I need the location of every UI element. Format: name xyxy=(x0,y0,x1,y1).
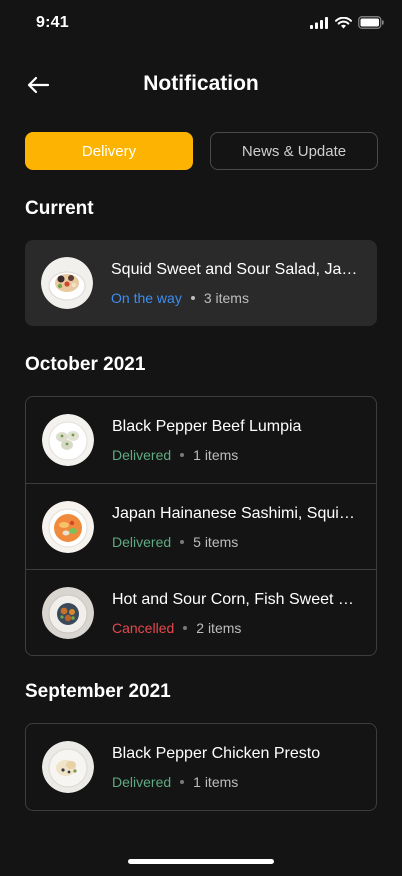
order-meta: Cancelled 2 items xyxy=(112,620,241,636)
section-heading-september: September 2021 xyxy=(25,681,171,702)
status-badge: Delivered xyxy=(112,447,172,463)
status-badge: Delivered xyxy=(112,534,172,550)
battery-icon xyxy=(358,16,384,29)
order-meta: Delivered 1 items xyxy=(112,774,238,790)
food-thumbnail xyxy=(42,501,94,553)
food-thumbnail xyxy=(42,414,94,466)
status-bar: 9:41 xyxy=(0,0,402,48)
order-item[interactable]: Hot and Sour Corn, Fish Sweet and Sour C… xyxy=(26,569,376,655)
order-item[interactable]: Squid Sweet and Sour Salad, Japanese Sty… xyxy=(25,240,377,326)
wifi-icon xyxy=(335,16,352,28)
tab-delivery[interactable]: Delivery xyxy=(25,132,193,170)
separator-dot xyxy=(183,626,188,630)
order-meta: On the way 3 items xyxy=(111,290,249,306)
order-item[interactable]: Black Pepper Beef Lumpia Delivered 1 ite… xyxy=(26,397,376,483)
order-title: Black Pepper Chicken Presto xyxy=(112,745,321,762)
home-indicator[interactable] xyxy=(128,859,274,864)
item-count: 1 items xyxy=(193,774,239,790)
september-order-list: Black Pepper Chicken Presto Delivered 1 … xyxy=(25,723,377,811)
item-count: 2 items xyxy=(196,620,242,636)
order-title: Hot and Sour Corn, Fish Sweet and Sour xyxy=(112,591,360,608)
status-badge: Delivered xyxy=(112,774,172,790)
item-count: 3 items xyxy=(203,290,249,306)
separator-dot xyxy=(180,453,185,457)
section-heading-current: Current xyxy=(25,198,94,219)
status-time: 9:41 xyxy=(36,14,69,31)
status-badge: On the way xyxy=(111,290,182,306)
separator-dot xyxy=(190,296,195,300)
cellular-signal-icon xyxy=(310,16,328,29)
order-item[interactable]: Black Pepper Chicken Presto Delivered 1 … xyxy=(26,724,376,810)
header: Notification xyxy=(0,62,402,108)
section-heading-october: October 2021 xyxy=(25,354,146,375)
separator-dot xyxy=(180,540,185,544)
item-count: 1 items xyxy=(193,447,239,463)
page-title: Notification xyxy=(143,72,259,95)
october-order-list: Black Pepper Beef Lumpia Delivered 1 ite… xyxy=(25,396,377,656)
separator-dot xyxy=(180,780,185,784)
tab-news-update[interactable]: News & Update xyxy=(210,132,378,170)
order-title: Squid Sweet and Sour Salad, Japanese Sty… xyxy=(111,261,359,278)
tab-bar: Delivery News & Update xyxy=(25,132,378,172)
food-thumbnail xyxy=(42,587,94,639)
status-icons xyxy=(310,16,384,29)
food-thumbnail xyxy=(42,741,94,793)
order-title: Black Pepper Beef Lumpia xyxy=(112,418,302,435)
item-count: 5 items xyxy=(193,534,239,550)
order-item[interactable]: Japan Hainanese Sashimi, Squid Salad Del… xyxy=(26,483,376,569)
order-meta: Delivered 1 items xyxy=(112,447,238,463)
order-title: Japan Hainanese Sashimi, Squid Salad xyxy=(112,505,360,522)
food-thumbnail xyxy=(41,257,93,309)
status-badge: Cancelled xyxy=(112,620,175,636)
order-meta: Delivered 5 items xyxy=(112,534,238,550)
current-order-card: Squid Sweet and Sour Salad, Japanese Sty… xyxy=(25,240,377,326)
